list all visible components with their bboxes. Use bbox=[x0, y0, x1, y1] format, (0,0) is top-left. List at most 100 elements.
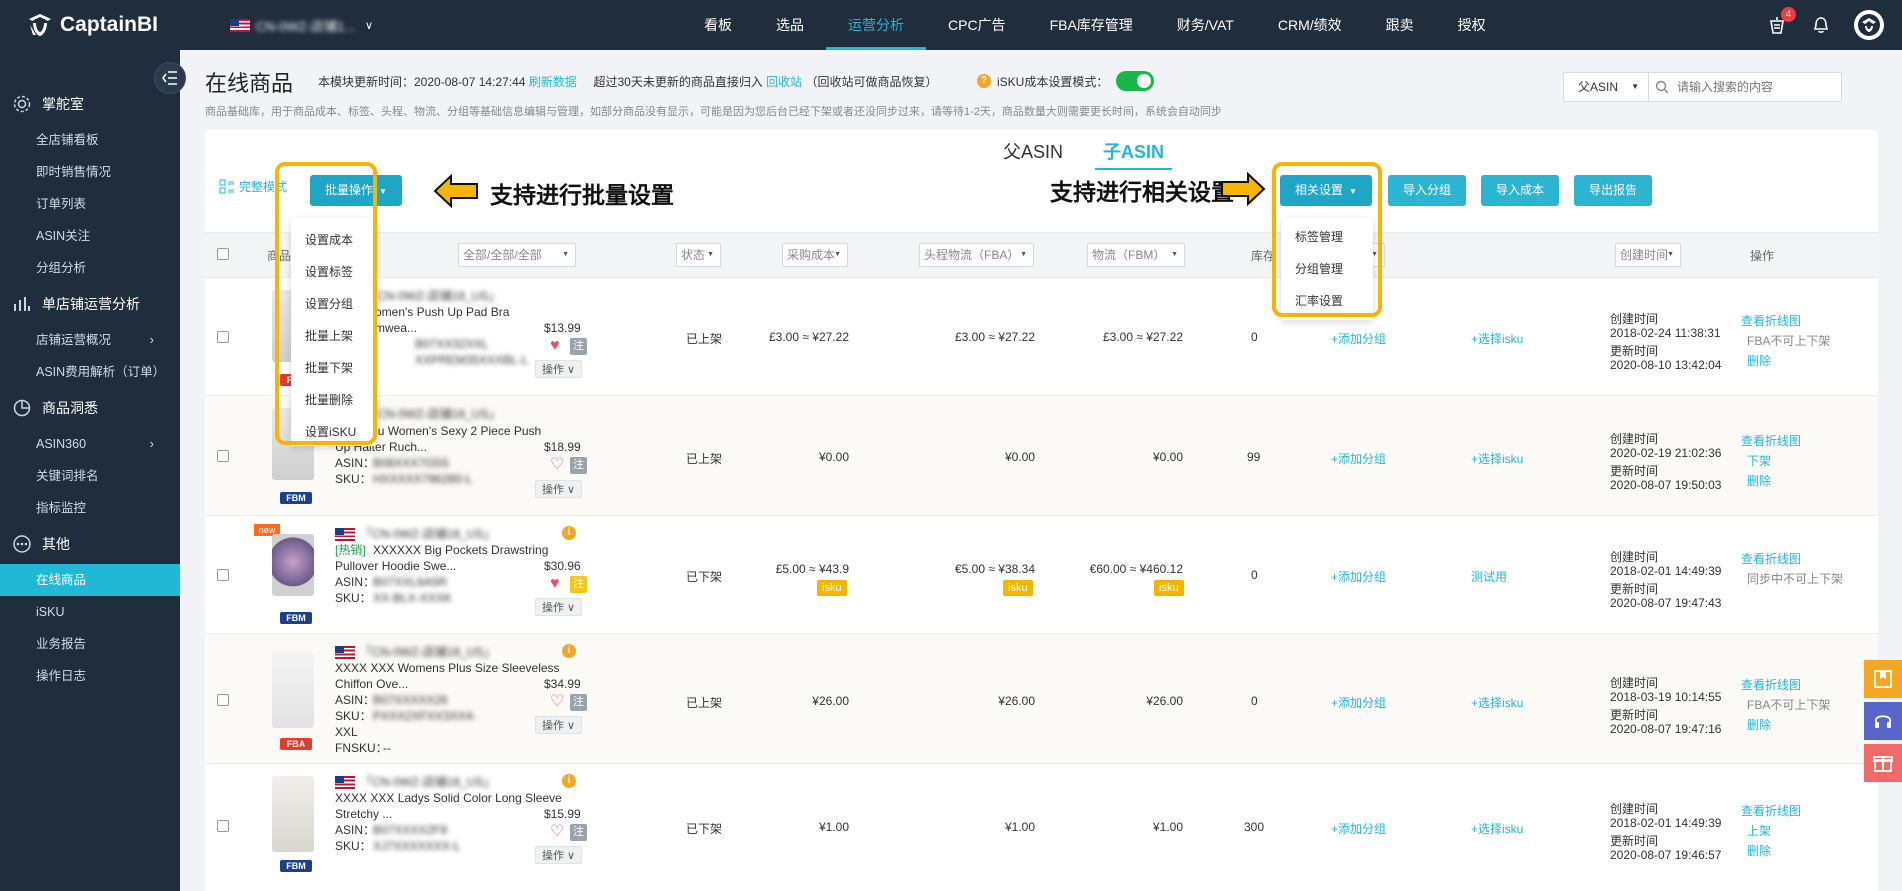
row-operation-button[interactable]: 操作 ∨ bbox=[535, 846, 583, 864]
row-checkbox[interactable] bbox=[217, 331, 229, 343]
sku-value-cont[interactable]: XXL bbox=[335, 724, 358, 740]
sidebar-group-product-insight[interactable]: 商品洞悉 bbox=[0, 388, 180, 428]
select-isku-link[interactable]: +选择isku bbox=[1471, 820, 1523, 837]
asin-value[interactable]: B07XXXX2F9 bbox=[373, 822, 447, 838]
sidebar-group-cockpit[interactable]: 掌舵室 bbox=[0, 84, 180, 124]
nav-item-selection[interactable]: 选品 bbox=[754, 0, 826, 50]
heart-filled-icon[interactable]: ♥ bbox=[550, 576, 560, 592]
note-button[interactable]: 注 bbox=[570, 338, 587, 355]
list-link[interactable]: 上架 bbox=[1747, 822, 1771, 839]
th-purchase-cost-select[interactable]: 采购成本 bbox=[782, 243, 848, 267]
sku-value[interactable]: XXPREM35XXXBL-L bbox=[415, 352, 528, 368]
add-group-link[interactable]: +添加分组 bbox=[1331, 450, 1386, 467]
delete-link[interactable]: 删除 bbox=[1747, 352, 1771, 369]
row-checkbox[interactable] bbox=[217, 569, 229, 581]
sidebar-item-all-stores[interactable]: 全店铺看板 bbox=[0, 124, 180, 156]
th-created-select[interactable]: 创建时间 bbox=[1615, 243, 1681, 267]
product-image[interactable] bbox=[272, 652, 314, 728]
nav-item-dashboard[interactable]: 看板 bbox=[682, 0, 754, 50]
add-group-link[interactable]: +添加分组 bbox=[1331, 568, 1386, 585]
view-chart-link[interactable]: 查看折线图 bbox=[1741, 676, 1801, 693]
search-type-select[interactable]: 父ASIN bbox=[1563, 72, 1649, 102]
product-title[interactable]: XXXXXX Big Pockets Drawstring bbox=[373, 542, 548, 558]
store-label[interactable]: 「CN-0WZ-店铺18_US」 bbox=[360, 774, 495, 790]
search-input[interactable] bbox=[1649, 72, 1842, 102]
sidebar-item-asin-fees[interactable]: ASIN费用解析（订单） bbox=[0, 356, 180, 388]
th-fbm-select[interactable]: 物流（FBM） bbox=[1087, 243, 1185, 267]
info-icon[interactable]: i bbox=[562, 526, 576, 540]
tab-child-asin[interactable]: 子ASIN bbox=[1095, 138, 1173, 170]
delete-link[interactable]: 删除 bbox=[1747, 716, 1771, 733]
sku-value[interactable]: XX-BLX-XXXK bbox=[373, 590, 452, 606]
sidebar-item-keyword-rank[interactable]: 关键词排名 bbox=[0, 460, 180, 492]
product-image[interactable] bbox=[272, 776, 314, 852]
nav-item-cpc[interactable]: CPC广告 bbox=[926, 0, 1028, 50]
nav-item-operations[interactable]: 运营分析 bbox=[826, 0, 926, 50]
product-title[interactable]: XXXX XXX Ladys Solid Color Long Sleeve bbox=[335, 790, 562, 806]
asin-value[interactable]: B08XXX7G5S bbox=[373, 455, 449, 471]
bell-icon[interactable] bbox=[1810, 14, 1832, 36]
sidebar-item-operation-log[interactable]: 操作日志 bbox=[0, 660, 180, 692]
task-icon[interactable]: 4 bbox=[1766, 7, 1796, 36]
view-chart-link[interactable]: 查看折线图 bbox=[1741, 312, 1801, 329]
view-chart-link[interactable]: 查看折线图 bbox=[1741, 550, 1801, 567]
nav-item-fba[interactable]: FBA库存管理 bbox=[1028, 0, 1155, 50]
sidebar-item-store-overview[interactable]: 店铺运营概况 › bbox=[0, 324, 180, 356]
note-button[interactable]: 注 bbox=[570, 457, 587, 474]
delete-link[interactable]: 删除 bbox=[1747, 842, 1771, 859]
isku-name-link[interactable]: 测试用 bbox=[1471, 568, 1507, 585]
logo[interactable]: CaptainBI bbox=[0, 0, 180, 50]
row-operation-button[interactable]: 操作 ∨ bbox=[535, 598, 583, 616]
product-image[interactable] bbox=[272, 534, 314, 596]
sidebar-group-single-store[interactable]: 单店铺运营分析 bbox=[0, 284, 180, 324]
asin-value[interactable]: B07XXXXX26 bbox=[373, 692, 448, 708]
select-isku-link[interactable]: +选择isku bbox=[1471, 694, 1523, 711]
sidebar-item-online-products[interactable]: 在线商品 bbox=[0, 564, 180, 596]
sidebar-item-orders[interactable]: 订单列表 bbox=[0, 188, 180, 220]
sidebar-item-asin-watch[interactable]: ASIN关注 bbox=[0, 220, 180, 252]
tab-parent-asin[interactable]: 父ASIN bbox=[995, 138, 1071, 170]
view-chart-link[interactable]: 查看折线图 bbox=[1741, 802, 1801, 819]
sidebar-item-business-report[interactable]: 业务报告 bbox=[0, 628, 180, 660]
asin-value[interactable]: B07XX32XXL bbox=[415, 336, 488, 352]
th-status-select[interactable]: 状态 bbox=[676, 243, 721, 267]
isku-mode-toggle[interactable] bbox=[1116, 71, 1155, 91]
row-operation-button[interactable]: 操作 ∨ bbox=[535, 716, 583, 734]
heart-filled-icon[interactable]: ♥ bbox=[550, 338, 560, 354]
heart-outline-icon[interactable]: ♡ bbox=[550, 457, 564, 473]
note-button[interactable]: 注 bbox=[570, 824, 587, 841]
export-report-button[interactable]: 导出报告 bbox=[1574, 175, 1652, 206]
th-first-leg-select[interactable]: 头程物流（FBA） bbox=[919, 243, 1034, 267]
row-checkbox[interactable] bbox=[217, 820, 229, 832]
add-group-link[interactable]: +添加分组 bbox=[1331, 330, 1386, 347]
sidebar-group-other[interactable]: 其他 bbox=[0, 524, 180, 564]
product-title[interactable]: ...omen's Push Up Pad Bra bbox=[365, 304, 509, 320]
sidebar-item-isku[interactable]: iSKU bbox=[0, 596, 180, 628]
import-cost-button[interactable]: 导入成本 bbox=[1481, 175, 1559, 206]
heart-outline-icon[interactable]: ♡ bbox=[550, 694, 564, 710]
sku-value[interactable]: XJ7XXXXXXX-L bbox=[373, 838, 460, 854]
bookmark-icon[interactable] bbox=[1864, 660, 1902, 698]
store-label[interactable]: 「CN-0WZ-店铺18_US」 bbox=[365, 406, 500, 422]
add-group-link[interactable]: +添加分组 bbox=[1331, 820, 1386, 837]
select-isku-link[interactable]: +选择isku bbox=[1471, 330, 1523, 347]
fnsku-value[interactable]: -- bbox=[383, 740, 391, 756]
sidebar-item-realtime-sales[interactable]: 即时销售情况 bbox=[0, 156, 180, 188]
sidebar-collapse-icon[interactable] bbox=[154, 62, 186, 94]
store-label[interactable]: 「CN-0WZ-店铺18_US」 bbox=[365, 288, 500, 304]
refresh-data-link[interactable]: 刷新数据 bbox=[529, 75, 577, 89]
row-operation-button[interactable]: 操作 ∨ bbox=[535, 480, 583, 498]
help-icon[interactable]: ? bbox=[977, 74, 991, 88]
select-isku-link[interactable]: +选择isku bbox=[1471, 450, 1523, 467]
nav-item-finance[interactable]: 财务/VAT bbox=[1155, 0, 1256, 50]
sku-value[interactable]: HXXXXX796280-L bbox=[373, 471, 472, 487]
user-avatar[interactable] bbox=[1854, 10, 1884, 40]
th-filter-select[interactable]: 全部/全部/全部 bbox=[458, 243, 576, 267]
nav-item-auth[interactable]: 授权 bbox=[1436, 0, 1508, 50]
store-label[interactable]: 「CN-0WZ-店铺18_US」 bbox=[360, 526, 495, 542]
sidebar-item-asin360[interactable]: ASIN360 › bbox=[0, 428, 180, 460]
delete-link[interactable]: 删除 bbox=[1747, 472, 1771, 489]
info-icon[interactable]: i bbox=[562, 644, 576, 658]
row-checkbox[interactable] bbox=[217, 694, 229, 706]
note-button[interactable]: 注 bbox=[570, 694, 587, 711]
